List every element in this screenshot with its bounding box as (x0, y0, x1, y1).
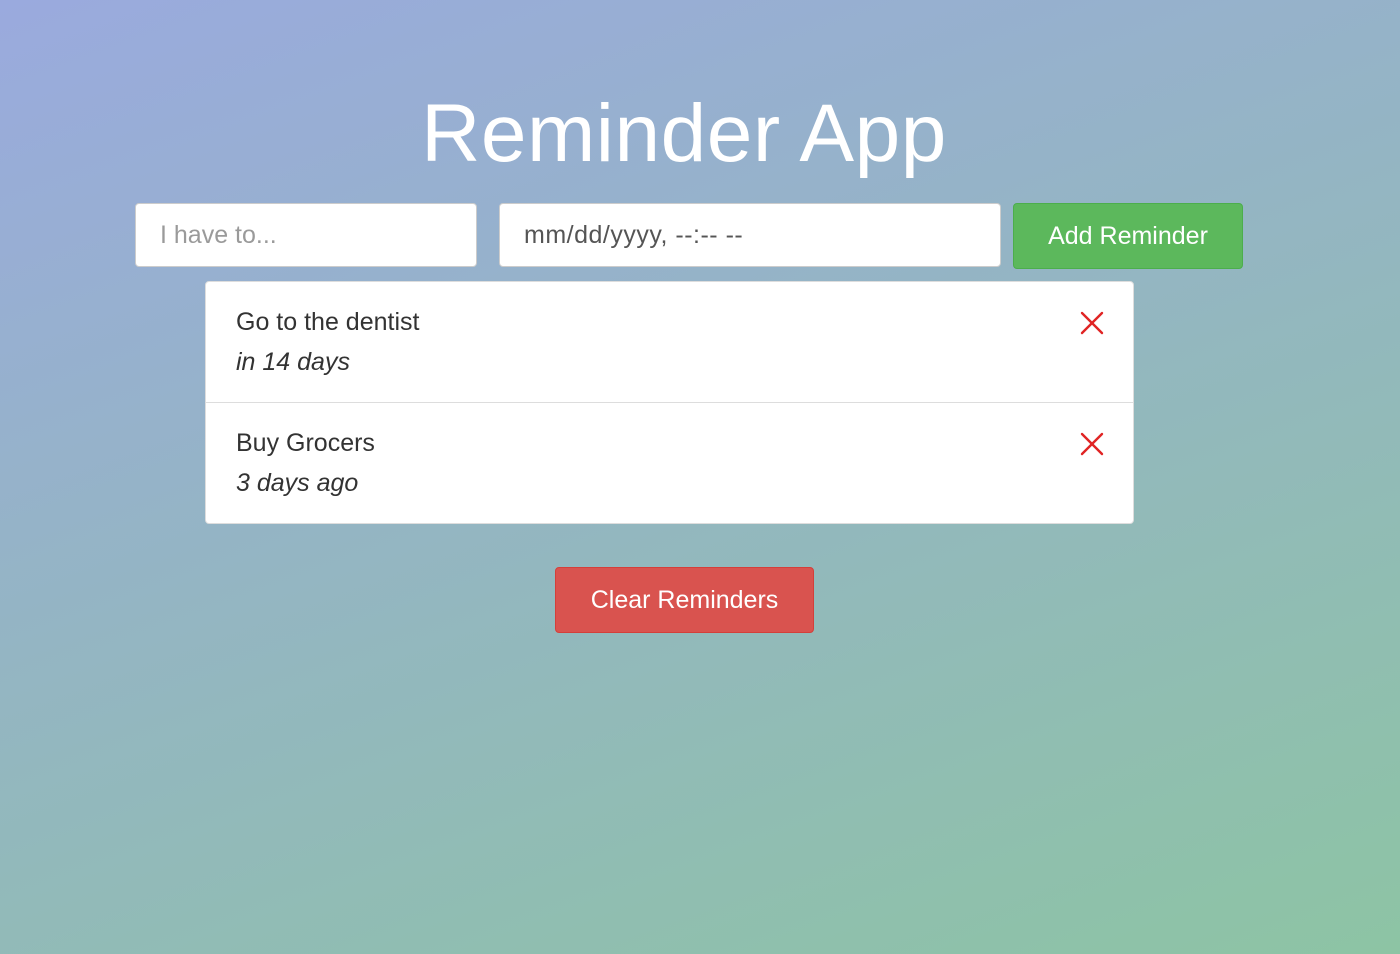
reminder-item: Go to the dentist in 14 days (205, 281, 1134, 403)
reminder-due-time: 3 days ago (236, 469, 359, 497)
close-icon[interactable] (1079, 431, 1105, 457)
reminder-text: Go to the dentist (236, 308, 420, 336)
close-icon[interactable] (1079, 310, 1105, 336)
reminder-datetime-input[interactable]: mm/dd/yyyy, --:-- -- (499, 203, 1001, 267)
reminder-list: Go to the dentist in 14 days Buy Grocers… (205, 281, 1134, 524)
datetime-placeholder: mm/dd/yyyy, --:-- -- (524, 220, 744, 249)
clear-reminders-button[interactable]: Clear Reminders (555, 567, 814, 633)
reminder-text-input[interactable] (135, 203, 477, 267)
page-title: Reminder App (421, 88, 947, 179)
reminder-due-time: in 14 days (236, 348, 350, 376)
reminder-item: Buy Grocers 3 days ago (205, 403, 1134, 524)
add-reminder-button[interactable]: Add Reminder (1013, 203, 1243, 269)
reminder-text: Buy Grocers (236, 429, 375, 457)
